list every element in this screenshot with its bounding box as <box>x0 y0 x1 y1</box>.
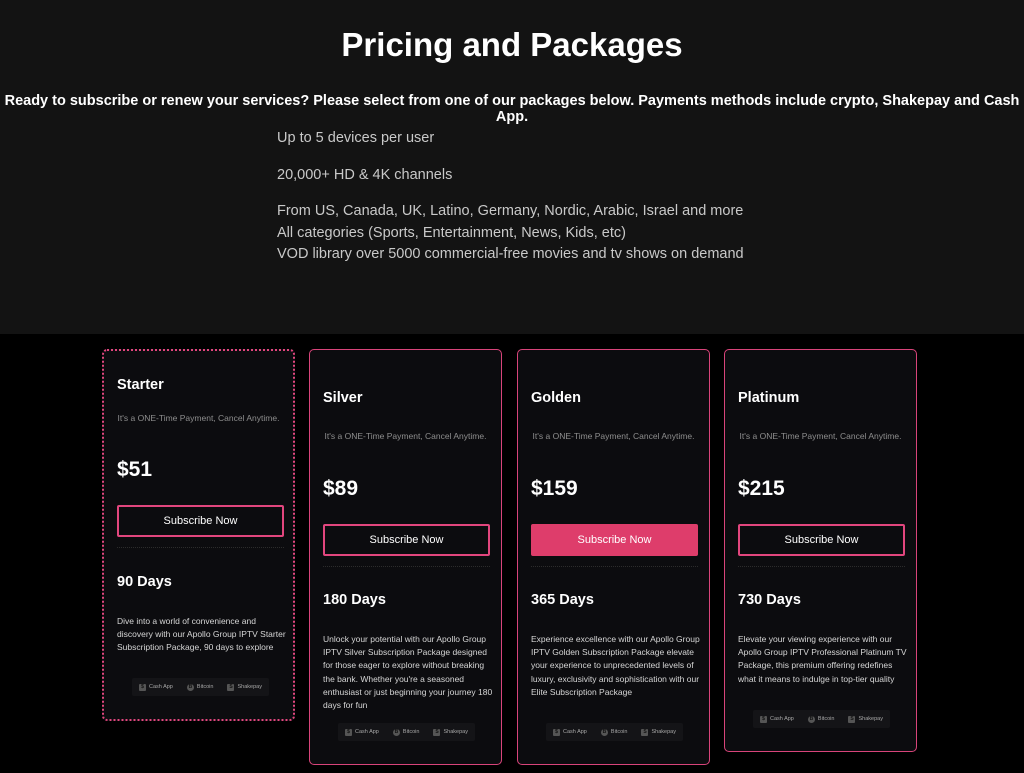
plan-duration: 730 Days <box>738 592 801 608</box>
plan-card-starter: Starter It's a ONE-Time Payment, Cancel … <box>102 349 295 721</box>
subscribe-button-silver[interactable]: Subscribe Now <box>323 524 490 556</box>
payment-label: Cash App <box>149 684 173 690</box>
payment-cashapp: $ Cash App <box>760 715 794 723</box>
payment-label: Bitcoin <box>402 729 420 735</box>
plan-price: $159 <box>531 477 578 500</box>
bitcoin-icon: B <box>186 683 194 691</box>
payment-bitcoin: B Bitcoin <box>392 728 420 736</box>
plan-note: It's a ONE-Time Payment, Cancel Anytime. <box>324 431 487 441</box>
plan-duration: 180 Days <box>323 592 386 608</box>
cash-app-icon: $ <box>345 728 353 736</box>
payment-label: Shakepay <box>237 684 262 690</box>
bitcoin-icon: B <box>807 715 815 723</box>
shakepay-icon: S <box>227 683 235 691</box>
payment-methods: $ Cash App B Bitcoin S Shakepay <box>546 723 683 741</box>
payment-label: Shakepay <box>443 729 468 735</box>
subscribe-button-platinum[interactable]: Subscribe Now <box>738 524 905 556</box>
plan-duration: 90 Days <box>117 574 172 590</box>
feature-item: 20,000+ HD & 4K channels <box>277 166 453 183</box>
plan-description: Dive into a world of convenience and dis… <box>117 616 286 653</box>
payment-shakepay: S Shakepay <box>227 683 262 691</box>
payment-label: Shakepay <box>858 716 883 722</box>
feature-list: Up to 5 devices per user 20,000+ HD & 4K… <box>277 128 877 281</box>
divider <box>531 566 698 567</box>
payment-shakepay: S Shakepay <box>641 728 676 736</box>
feature-item: All categories (Sports, Entertainment, N… <box>277 224 626 241</box>
plan-price: $51 <box>117 458 153 481</box>
payment-shakepay: S Shakepay <box>848 715 883 723</box>
plan-price: $89 <box>323 477 359 500</box>
payment-cashapp: $ Cash App <box>345 728 379 736</box>
payment-cashapp: $ Cash App <box>139 683 173 691</box>
plan-description: Elevate your viewing experience with our… <box>738 634 907 684</box>
plan-card-golden: Golden It's a ONE-Time Payment, Cancel A… <box>517 349 710 765</box>
shakepay-icon: S <box>433 728 441 736</box>
plan-description: Unlock your potential with our Apollo Gr… <box>323 634 493 711</box>
divider <box>323 566 490 567</box>
plan-name: Golden <box>531 390 581 406</box>
payment-bitcoin: B Bitcoin <box>186 683 214 691</box>
page-subtitle: Ready to subscribe or renew your service… <box>4 93 1020 125</box>
plan-card-silver: Silver It's a ONE-Time Payment, Cancel A… <box>309 349 502 765</box>
payment-methods: $ Cash App B Bitcoin S Shakepay <box>132 678 269 696</box>
payment-shakepay: S Shakepay <box>433 728 468 736</box>
divider <box>117 547 284 548</box>
payment-label: Cash App <box>770 716 794 722</box>
payment-label: Cash App <box>355 729 379 735</box>
payment-label: Bitcoin <box>817 716 835 722</box>
shakepay-icon: S <box>641 728 649 736</box>
payment-label: Bitcoin <box>196 684 214 690</box>
subscribe-button-starter[interactable]: Subscribe Now <box>117 505 284 537</box>
bitcoin-icon: B <box>392 728 400 736</box>
feature-item: Up to 5 devices per user <box>277 130 435 146</box>
page-title: Pricing and Packages <box>341 26 683 63</box>
plan-note: It's a ONE-Time Payment, Cancel Anytime. <box>117 413 280 423</box>
payment-label: Cash App <box>563 729 587 735</box>
payment-bitcoin: B Bitcoin <box>807 715 835 723</box>
payment-cashapp: $ Cash App <box>553 728 587 736</box>
shakepay-icon: S <box>848 715 856 723</box>
plan-name: Silver <box>323 390 363 406</box>
payment-methods: $ Cash App B Bitcoin S Shakepay <box>338 723 475 741</box>
plan-description: Experience excellence with our Apollo Gr… <box>531 634 700 697</box>
feature-item: VOD library over 5000 commercial-free mo… <box>277 246 744 262</box>
feature-item: From US, Canada, UK, Latino, Germany, No… <box>277 203 744 219</box>
payment-label: Bitcoin <box>610 729 628 735</box>
plan-duration: 365 Days <box>531 592 594 608</box>
payment-label: Shakepay <box>651 729 676 735</box>
plan-name: Platinum <box>738 390 800 406</box>
cash-app-icon: $ <box>553 728 561 736</box>
cash-app-icon: $ <box>139 683 147 691</box>
divider <box>738 566 905 567</box>
cash-app-icon: $ <box>760 715 768 723</box>
plan-name: Starter <box>117 377 164 393</box>
plan-card-platinum: Platinum It's a ONE-Time Payment, Cancel… <box>724 349 917 752</box>
bitcoin-icon: B <box>600 728 608 736</box>
plan-price: $215 <box>738 477 785 500</box>
payment-methods: $ Cash App B Bitcoin S Shakepay <box>753 710 890 728</box>
plan-note: It's a ONE-Time Payment, Cancel Anytime. <box>739 431 902 441</box>
payment-bitcoin: B Bitcoin <box>600 728 628 736</box>
plan-note: It's a ONE-Time Payment, Cancel Anytime. <box>532 431 695 441</box>
subscribe-button-golden[interactable]: Subscribe Now <box>531 524 698 556</box>
